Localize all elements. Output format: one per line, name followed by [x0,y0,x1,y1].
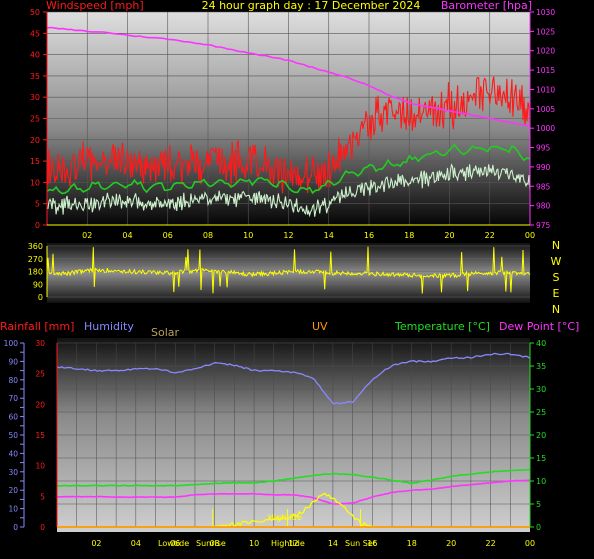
wind-x-tick-label: 08 [203,231,213,240]
wind-x-tick-label: 06 [163,231,173,240]
climate-x-tick-label: 02 [91,539,101,548]
climate-x-tick-label: 20 [446,539,456,548]
temperature-tick-label: 30 [536,385,546,394]
wind-x-tick-label: 12 [283,231,293,240]
wind-axis-title: Windspeed [mph] [46,0,144,12]
wind-tick-label: 30 [30,93,40,102]
barometer-tick-label: 980 [536,202,551,211]
barometer-tick-label: 1010 [536,85,555,94]
temperature-tick-label: 20 [536,431,546,440]
climate-x-tick-label: 22 [485,539,495,548]
humidity-tick-label: 40 [8,449,18,458]
temperature-tick-label: 10 [536,477,546,486]
rain-tick-label: 10 [35,462,45,471]
rain-tick-label: 25 [35,370,45,379]
temperature-tick-label: 0 [536,523,541,532]
barometer-tick-label: 1025 [536,27,555,36]
climate-x-tick-label: 04 [131,539,141,548]
climate-x-tick-label: 00 [525,539,535,548]
humidity-tick-label: 90 [8,357,18,366]
rain-tick-label: 15 [35,431,45,440]
barometer-tick-label: 1015 [536,66,555,75]
wind-x-tick-label: 22 [485,231,495,240]
lowtide-label: Lowtide [158,539,189,548]
wind-tick-label: 0 [35,221,40,230]
compass-n-top: N [552,239,560,252]
direction-tick-label: 90 [33,280,43,289]
humidity-tick-label: 0 [13,523,18,532]
barometer-tick-label: 1030 [536,8,555,17]
wind-tick-label: 5 [35,200,40,209]
barometer-tick-label: 985 [536,182,551,191]
temperature-legend: Temperature [°C] [394,320,490,333]
direction-tick-label: 360 [28,242,43,251]
wind-tick-label: 35 [30,72,40,81]
barometer-tick-label: 990 [536,163,551,172]
rainfall-legend: Rainfall [mm] [0,320,74,333]
wind-tick-label: 40 [30,51,40,60]
humidity-tick-label: 100 [4,339,19,348]
wind-x-tick-label: 20 [444,231,454,240]
direction-tick-label: 270 [28,255,43,264]
direction-tick-label: 180 [28,268,43,277]
compass-s: S [553,271,560,284]
barometer-tick-label: 995 [536,144,551,153]
humidity-tick-label: 10 [8,505,18,514]
wind-x-tick-label: 00 [525,231,535,240]
rain-tick-label: 30 [35,339,45,348]
humidity-tick-label: 50 [8,431,18,440]
barometer-tick-label: 1005 [536,105,555,114]
humidity-tick-label: 30 [8,468,18,477]
weather-graph: 0 5 10 15 20 25 30 35 40 45 50 975 980 985 990 995 1000 1… [0,0,594,555]
wind-x-tick-label: 10 [243,231,253,240]
rain-tick-label: 5 [40,492,45,501]
climate-x-tick-label: 18 [407,539,417,548]
wind-tick-label: 45 [30,29,40,38]
barometer-tick-label: 1000 [536,124,555,133]
uv-legend: UV [312,320,328,333]
wind-tick-label: 10 [30,178,40,187]
wind-tick-label: 50 [30,8,40,17]
humidity-tick-label: 70 [8,394,18,403]
compass-n-bottom: N [552,303,560,316]
direction-tick-label: 0 [38,293,43,302]
sunset-label: Sun Set [345,539,376,548]
temperature-tick-label: 5 [536,500,541,509]
hightide-label-top: Hightide [268,513,302,522]
humidity-tick-label: 80 [8,376,18,385]
climate-x-tick-label: 14 [328,539,338,548]
humidity-tick-label: 60 [8,413,18,422]
barometer-axis-title: Barometer [hpa] [441,0,532,12]
direction-panel-bg [47,243,530,303]
wind-tick-label: 20 [30,136,40,145]
barometer-tick-label: 1020 [536,47,555,56]
wind-x-tick-label: 04 [122,231,132,240]
sunrise-label: Sunrise [196,539,226,548]
wind-x-tick-label: 18 [404,231,414,240]
wind-tick-label: 25 [30,115,40,124]
wind-x-tick-label: 16 [364,231,374,240]
rain-tick-label: 0 [40,523,45,532]
dewpoint-legend: Dew Point [°C] [499,320,579,333]
barometer-tick-label: 975 [536,221,551,230]
wind-x-tick-label: 02 [82,231,92,240]
solar-legend: Solar [151,326,180,339]
rain-tick-label: 20 [35,400,45,409]
graph-canvas: 0510152025303540455097598098599099510001… [0,0,579,548]
temperature-tick-label: 35 [536,362,546,371]
humidity-legend: Humidity [84,320,134,333]
compass-w: W [551,255,562,268]
temperature-tick-label: 25 [536,408,546,417]
temperature-tick-label: 15 [536,454,546,463]
wind-tick-label: 15 [30,157,40,166]
chart-title: 24 hour graph day : 17 December 2024 [202,0,421,12]
wind-x-tick-label: 14 [324,231,334,240]
compass-e: E [553,287,560,300]
temperature-tick-label: 40 [536,339,546,348]
climate-x-tick-label: 10 [249,539,259,548]
humidity-tick-label: 20 [8,486,18,495]
hightide-label-axis: Hightide [271,539,305,548]
